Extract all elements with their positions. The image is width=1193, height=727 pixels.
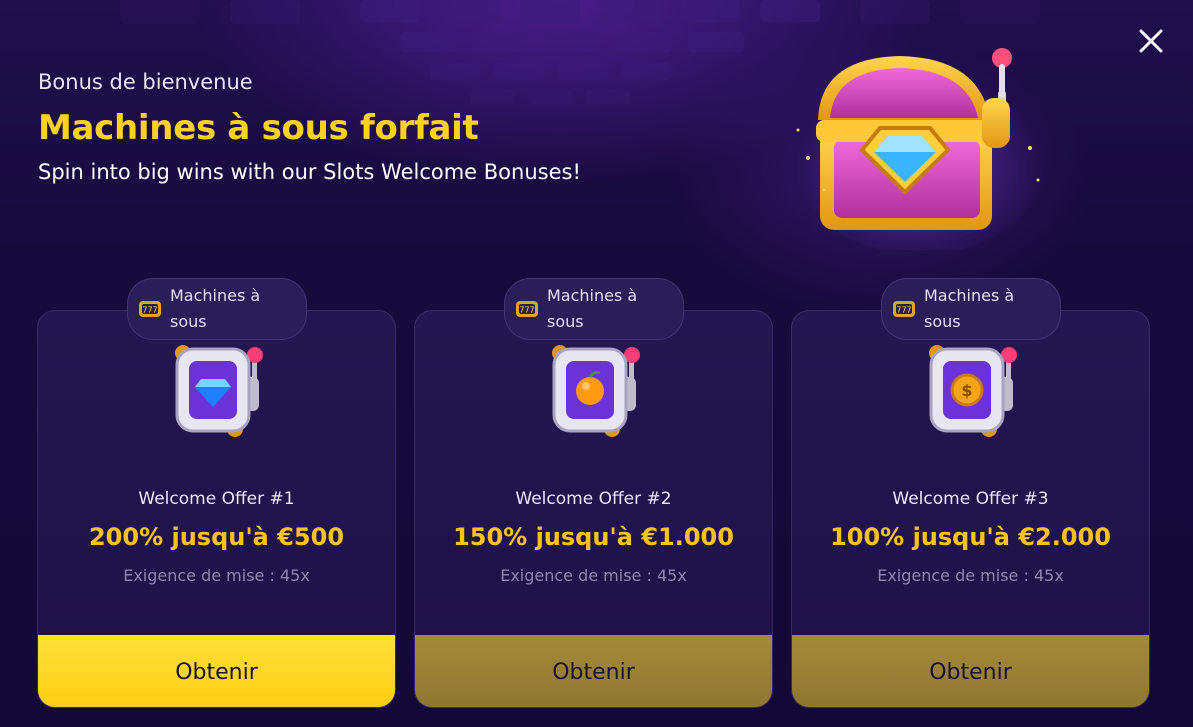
offer-card-2: Welcome Offer #2 150% jusqu'à €1.000 Exi… xyxy=(414,310,773,708)
wagering-requirement: Exigence de mise : 45x xyxy=(877,566,1064,585)
modal-subtitle: Spin into big wins with our Slots Welcom… xyxy=(38,160,581,184)
svg-text:777: 777 xyxy=(142,306,157,315)
category-label: Machines à sous xyxy=(170,286,261,331)
offer-name: Welcome Offer #3 xyxy=(892,489,1049,509)
offer-card-3: $ Welcome Offer #3 100% jusqu'à €2.000 E… xyxy=(791,310,1150,708)
offer-1-category-tag: 777 Machines à sous xyxy=(127,278,307,340)
wagering-requirement: Exigence de mise : 45x xyxy=(123,566,310,585)
offer-name: Welcome Offer #1 xyxy=(138,489,295,509)
wagering-requirement: Exigence de mise : 45x xyxy=(500,566,687,585)
offer-name: Welcome Offer #2 xyxy=(515,489,672,509)
slot-777-icon: 777 xyxy=(139,301,161,317)
category-label: Machines à sous xyxy=(924,286,1015,331)
offer-amount: 200% jusqu'à €500 xyxy=(88,523,345,551)
welcome-bonus-modal: Bonus de bienvenue Machines à sous forfa… xyxy=(0,0,1193,727)
offer-amount: 100% jusqu'à €2.000 xyxy=(830,523,1111,551)
treasure-chest-icon xyxy=(795,48,1045,250)
offer-amount: 150% jusqu'à €1.000 xyxy=(453,523,734,551)
offer-card-1: Welcome Offer #1 200% jusqu'à €500 Exige… xyxy=(37,310,396,708)
close-icon xyxy=(1139,29,1163,53)
claim-offer-1-button[interactable]: Obtenir xyxy=(38,635,395,707)
modal-header: Bonus de bienvenue Machines à sous forfa… xyxy=(38,70,581,184)
slot-777-icon: 777 xyxy=(893,301,915,317)
slot-machine-coin-icon: $ xyxy=(929,345,1017,437)
claim-offer-3-button[interactable]: Obtenir xyxy=(792,635,1149,707)
modal-title: Machines à sous forfait xyxy=(38,108,479,148)
slot-machine-diamond-icon xyxy=(175,345,263,437)
slot-777-icon: 777 xyxy=(516,301,538,317)
category-label: Machines à sous xyxy=(547,286,638,331)
svg-text:$: $ xyxy=(961,381,972,400)
modal-eyebrow: Bonus de bienvenue xyxy=(38,70,253,94)
claim-offer-2-button[interactable]: Obtenir xyxy=(415,635,772,707)
close-button[interactable] xyxy=(1136,26,1166,56)
slot-machine-orange-icon xyxy=(552,345,640,437)
svg-text:777: 777 xyxy=(896,306,911,315)
svg-text:777: 777 xyxy=(519,306,534,315)
offer-2-category-tag: 777 Machines à sous xyxy=(504,278,684,340)
offer-3-category-tag: 777 Machines à sous xyxy=(881,278,1061,340)
